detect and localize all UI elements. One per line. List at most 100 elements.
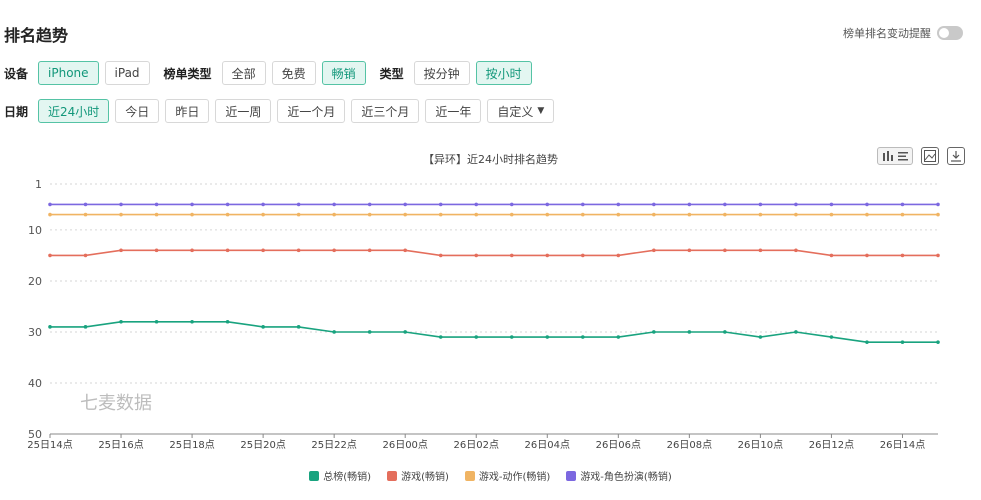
legend-item[interactable]: 游戏-角色扮演(畅销): [566, 468, 672, 483]
data-point[interactable]: [936, 212, 940, 217]
data-point[interactable]: [48, 202, 52, 207]
data-point[interactable]: [438, 202, 443, 207]
data-point[interactable]: [119, 319, 123, 324]
data-point[interactable]: [616, 202, 621, 207]
data-point[interactable]: [652, 212, 656, 217]
data-point[interactable]: [865, 202, 869, 207]
data-point[interactable]: [296, 248, 301, 253]
data-point[interactable]: [509, 253, 514, 258]
data-point[interactable]: [509, 202, 514, 207]
data-point[interactable]: [687, 330, 692, 334]
data-point[interactable]: [865, 340, 869, 344]
data-point[interactable]: [225, 212, 230, 217]
data-point[interactable]: [758, 248, 763, 253]
data-point[interactable]: [616, 335, 621, 339]
data-point[interactable]: [474, 335, 479, 339]
data-point[interactable]: [367, 330, 372, 334]
data-point[interactable]: [367, 202, 372, 207]
data-point[interactable]: [296, 202, 301, 207]
data-point[interactable]: [829, 202, 834, 207]
data-point[interactable]: [225, 319, 230, 324]
legend-item[interactable]: 游戏(畅销): [387, 468, 449, 483]
data-point[interactable]: [225, 248, 230, 253]
data-point[interactable]: [545, 253, 550, 258]
data-point[interactable]: [794, 248, 798, 253]
data-point[interactable]: [616, 253, 621, 258]
data-point[interactable]: [652, 330, 656, 334]
data-point[interactable]: [936, 202, 940, 207]
data-point[interactable]: [865, 253, 869, 258]
data-point[interactable]: [581, 202, 585, 207]
data-point[interactable]: [509, 212, 514, 217]
data-point[interactable]: [83, 253, 88, 258]
data-point[interactable]: [261, 212, 265, 217]
data-point[interactable]: [332, 212, 336, 217]
data-point[interactable]: [119, 248, 123, 253]
data-point[interactable]: [581, 253, 585, 258]
data-point[interactable]: [119, 212, 123, 217]
data-point[interactable]: [900, 202, 905, 207]
data-point[interactable]: [332, 202, 336, 207]
data-point[interactable]: [900, 340, 905, 344]
data-point[interactable]: [154, 212, 159, 217]
data-point[interactable]: [154, 202, 159, 207]
data-point[interactable]: [403, 212, 408, 217]
data-point[interactable]: [545, 335, 550, 339]
data-point[interactable]: [794, 330, 798, 334]
legend-item[interactable]: 总榜(畅销): [309, 468, 371, 483]
data-point[interactable]: [758, 212, 763, 217]
data-point[interactable]: [687, 202, 692, 207]
data-point[interactable]: [332, 330, 336, 334]
data-point[interactable]: [581, 212, 585, 217]
data-point[interactable]: [48, 212, 52, 217]
data-point[interactable]: [652, 202, 656, 207]
data-point[interactable]: [438, 212, 443, 217]
data-point[interactable]: [367, 212, 372, 217]
data-point[interactable]: [474, 212, 479, 217]
data-point[interactable]: [758, 335, 763, 339]
data-point[interactable]: [261, 202, 265, 207]
data-point[interactable]: [403, 248, 408, 253]
data-point[interactable]: [154, 248, 159, 253]
legend-item[interactable]: 游戏-动作(畅销): [464, 468, 550, 483]
data-point[interactable]: [687, 212, 692, 217]
data-point[interactable]: [723, 248, 727, 253]
data-point[interactable]: [829, 335, 834, 339]
data-point[interactable]: [261, 325, 265, 329]
data-point[interactable]: [829, 253, 834, 258]
data-point[interactable]: [865, 212, 869, 217]
data-point[interactable]: [367, 248, 372, 253]
data-point[interactable]: [723, 202, 727, 207]
data-point[interactable]: [900, 253, 905, 258]
data-point[interactable]: [83, 325, 88, 329]
data-point[interactable]: [48, 325, 52, 329]
data-point[interactable]: [296, 212, 301, 217]
data-point[interactable]: [581, 335, 585, 339]
data-point[interactable]: [403, 202, 408, 207]
data-point[interactable]: [190, 202, 194, 207]
data-point[interactable]: [723, 330, 727, 334]
data-point[interactable]: [900, 212, 905, 217]
data-point[interactable]: [652, 248, 656, 253]
data-point[interactable]: [438, 335, 443, 339]
data-point[interactable]: [936, 253, 940, 258]
data-point[interactable]: [438, 253, 443, 258]
data-point[interactable]: [403, 330, 408, 334]
data-point[interactable]: [48, 253, 52, 258]
data-point[interactable]: [225, 202, 230, 207]
data-point[interactable]: [794, 212, 798, 217]
data-point[interactable]: [190, 248, 194, 253]
data-point[interactable]: [829, 212, 834, 217]
data-point[interactable]: [687, 248, 692, 253]
data-point[interactable]: [119, 202, 123, 207]
data-point[interactable]: [545, 212, 550, 217]
data-point[interactable]: [545, 202, 550, 207]
data-point[interactable]: [296, 325, 301, 329]
data-point[interactable]: [509, 335, 514, 339]
data-point[interactable]: [758, 202, 763, 207]
data-point[interactable]: [794, 202, 798, 207]
data-point[interactable]: [190, 212, 194, 217]
data-point[interactable]: [474, 202, 479, 207]
data-point[interactable]: [154, 319, 159, 324]
data-point[interactable]: [190, 319, 194, 324]
